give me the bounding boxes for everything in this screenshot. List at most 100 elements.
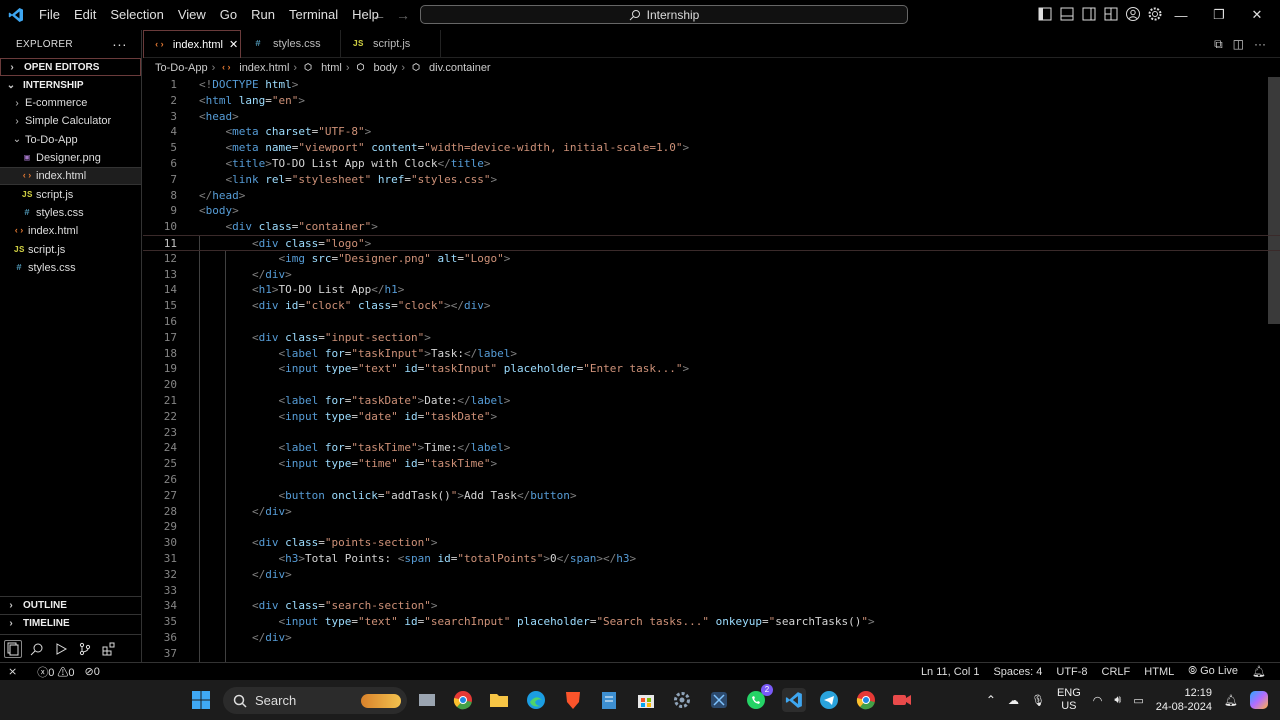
menu-item-edit[interactable]: Edit — [67, 0, 103, 30]
code-line[interactable]: 20 — [143, 377, 1280, 393]
tree-item[interactable]: JS script.js — [0, 240, 141, 258]
toggle-panel-icon[interactable] — [1059, 6, 1075, 22]
indentation[interactable]: Spaces: 4 — [993, 666, 1042, 678]
extensions-icon[interactable] — [100, 640, 118, 658]
battery-icon[interactable]: ▭ — [1133, 694, 1143, 707]
menu-item-selection[interactable]: Selection — [103, 0, 170, 30]
search-icon[interactable] — [28, 640, 46, 658]
notifications-bell-icon[interactable]: 🔔︎ — [1252, 665, 1266, 678]
breadcrumb-item[interactable]: index.html — [239, 62, 289, 74]
code-line[interactable]: 31 <h3>Total Points: <span id="totalPoin… — [143, 551, 1280, 567]
menu-item-run[interactable]: Run — [244, 0, 282, 30]
code-line[interactable]: 9 <body> — [143, 203, 1280, 219]
code-line[interactable]: 33 — [143, 583, 1280, 599]
forward-arrow-icon[interactable]: → — [396, 7, 410, 23]
tab-index-html[interactable]: ‹› index.html ✕ — [143, 30, 241, 58]
code-line[interactable]: 35 <input type="text" id="searchInput" p… — [143, 614, 1280, 630]
outline-section[interactable]: › OUTLINE — [0, 596, 142, 614]
tree-item[interactable]: ▣ Designer.png — [0, 149, 141, 167]
menu-item-go[interactable]: Go — [213, 0, 244, 30]
code-line[interactable]: 2 <html lang="en"> — [143, 93, 1280, 109]
close-tab-icon[interactable]: ✕ — [229, 38, 238, 51]
language-mode[interactable]: HTML — [1144, 666, 1174, 678]
split-editor-icon[interactable]: ◫ — [1233, 37, 1244, 51]
code-line[interactable]: 36 </div> — [143, 630, 1280, 646]
tab-styles-css[interactable]: # styles.css — [241, 30, 341, 58]
breadcrumb-item[interactable]: To-Do-App — [155, 62, 208, 74]
windows-start-icon[interactable] — [190, 690, 212, 710]
code-line[interactable]: 29 — [143, 519, 1280, 535]
breadcrumb-item[interactable]: body — [374, 62, 398, 74]
problems-indicator[interactable]: ⓧ0 ⚠0 — [37, 664, 74, 680]
code-line[interactable]: 32 </div> — [143, 567, 1280, 583]
brave-icon[interactable] — [562, 690, 584, 710]
tab-script-js[interactable]: JS script.js — [341, 30, 441, 58]
telegram-icon[interactable] — [818, 690, 840, 710]
vscode-taskbar-icon[interactable] — [782, 688, 806, 712]
code-line[interactable]: 10 <div class="container"> — [143, 219, 1280, 235]
code-line[interactable]: 16 — [143, 314, 1280, 330]
store-icon[interactable] — [635, 690, 657, 710]
code-line[interactable]: 21 <label for="taskDate">Date:</label> — [143, 393, 1280, 409]
whatsapp-icon[interactable]: 2 — [745, 684, 773, 710]
back-arrow-icon[interactable]: ← — [372, 7, 386, 23]
breadcrumb-item[interactable]: html — [321, 62, 342, 74]
run-debug-icon[interactable] — [52, 640, 70, 658]
code-line[interactable]: 23 — [143, 425, 1280, 441]
ports-indicator[interactable]: ⊘0 — [85, 665, 100, 678]
minimize-icon[interactable]: — — [1162, 0, 1200, 30]
code-line[interactable]: 17 <div class="input-section"> — [143, 330, 1280, 346]
code-line[interactable]: 26 — [143, 472, 1280, 488]
command-center[interactable]: Internship — [420, 5, 908, 24]
clock[interactable]: 12:19 24-08-2024 — [1156, 686, 1212, 714]
open-editors-section[interactable]: › OPEN EDITORS — [0, 58, 141, 76]
code-editor[interactable]: 1 <!DOCTYPE html> 2 <html lang="en"> 3 <head>… — [143, 77, 1280, 662]
end-of-line[interactable]: CRLF — [1102, 666, 1131, 678]
tree-item[interactable]: ‹› index.html — [0, 222, 141, 240]
open-preview-icon[interactable]: ⧉ — [1214, 37, 1223, 52]
close-window-icon[interactable]: ✕ — [1238, 0, 1276, 30]
code-line[interactable]: 13 </div> — [143, 267, 1280, 283]
code-line[interactable]: 5 <meta name="viewport" content="width=d… — [143, 140, 1280, 156]
account-icon[interactable] — [1125, 6, 1141, 22]
volume-icon[interactable]: 🔊︎ — [1114, 694, 1121, 707]
breadcrumb-item[interactable]: div.container — [429, 62, 491, 74]
settings-gear-icon[interactable] — [671, 690, 693, 710]
tree-item[interactable]: # styles.css — [0, 204, 141, 222]
code-line[interactable]: 4 <meta charset="UTF-8"> — [143, 124, 1280, 140]
encoding[interactable]: UTF-8 — [1056, 666, 1087, 678]
code-line[interactable]: 22 <input type="date" id="taskDate"> — [143, 409, 1280, 425]
code-line[interactable]: 3 <head> — [143, 109, 1280, 125]
code-line[interactable]: 15 <div id="clock" class="clock"></div> — [143, 298, 1280, 314]
tree-item[interactable]: # styles.css — [0, 259, 141, 277]
copilot-icon[interactable] — [1250, 691, 1268, 709]
code-line[interactable]: 11 <div class="logo"> — [143, 235, 1280, 251]
code-line[interactable]: 18 <label for="taskInput">Task:</label> — [143, 346, 1280, 362]
toggle-secondary-sidebar-icon[interactable] — [1081, 6, 1097, 22]
code-line[interactable]: 25 <input type="time" id="taskTime"> — [143, 456, 1280, 472]
chrome-icon[interactable] — [452, 690, 474, 710]
timeline-section[interactable]: › TIMELINE — [0, 614, 142, 632]
more-actions-icon[interactable]: ··· — [1254, 37, 1266, 51]
customize-layout-icon[interactable] — [1103, 6, 1119, 22]
notification-bell-icon[interactable]: 🔔︎ — [1224, 694, 1238, 707]
language-indicator[interactable]: ENG US — [1057, 687, 1081, 713]
tree-item[interactable]: › Simple Calculator — [0, 112, 141, 130]
taskbar-search[interactable]: Search — [223, 687, 407, 714]
tree-item[interactable]: › E-commerce — [0, 94, 141, 112]
onedrive-cloud-icon[interactable]: ☁ — [1008, 694, 1019, 707]
snipping-tool-icon[interactable] — [708, 690, 730, 710]
screen-recorder-icon[interactable] — [891, 690, 913, 710]
chrome-profile-icon[interactable] — [855, 690, 877, 710]
code-line[interactable]: 27 <button onclick="addTask()">Add Task<… — [143, 488, 1280, 504]
toggle-primary-sidebar-icon[interactable] — [1037, 6, 1053, 22]
code-line[interactable]: 28 </div> — [143, 504, 1280, 520]
code-line[interactable]: 14 <h1>TO-DO List App</h1> — [143, 282, 1280, 298]
file-explorer-icon[interactable] — [488, 690, 510, 710]
cursor-position[interactable]: Ln 11, Col 1 — [921, 666, 980, 678]
menu-item-view[interactable]: View — [171, 0, 213, 30]
menu-item-file[interactable]: File — [32, 0, 67, 30]
edge-icon[interactable] — [525, 690, 547, 710]
task-view-icon[interactable] — [416, 690, 438, 710]
source-control-icon[interactable] — [76, 640, 94, 658]
